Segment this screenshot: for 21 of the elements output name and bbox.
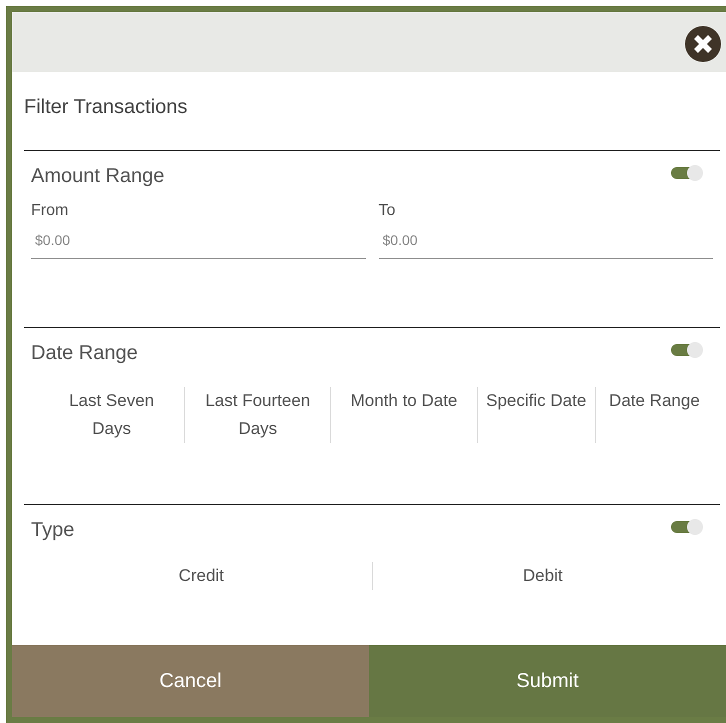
section-heading: Amount Range: [31, 165, 164, 188]
submit-button[interactable]: Submit: [369, 645, 726, 717]
option-button[interactable]: Credit: [178, 562, 224, 590]
option-button[interactable]: Debit: [522, 562, 563, 590]
option-button[interactable]: Date Range: [609, 387, 700, 443]
input-field[interactable]: $0.00: [31, 222, 366, 259]
toggle-switch[interactable]: [671, 167, 701, 179]
section-heading: Type: [31, 519, 74, 542]
option-button[interactable]: Specific Date: [486, 387, 586, 443]
field-label: From: [31, 202, 70, 220]
cancel-button[interactable]: Cancel: [12, 645, 369, 717]
input-field[interactable]: $0.00: [378, 222, 713, 259]
option-button[interactable]: Month to Date: [350, 387, 458, 443]
toggle-switch[interactable]: [671, 344, 701, 356]
option-button[interactable]: Last Seven Days: [55, 387, 168, 443]
dialog-title: Filter Transactions: [23, 95, 188, 120]
toggle-switch[interactable]: [671, 521, 701, 533]
section-heading: Date Range: [31, 342, 138, 365]
field-label: To: [378, 202, 396, 220]
close-icon[interactable]: [685, 26, 721, 62]
option-button[interactable]: Last Fourteen Days: [201, 387, 314, 443]
